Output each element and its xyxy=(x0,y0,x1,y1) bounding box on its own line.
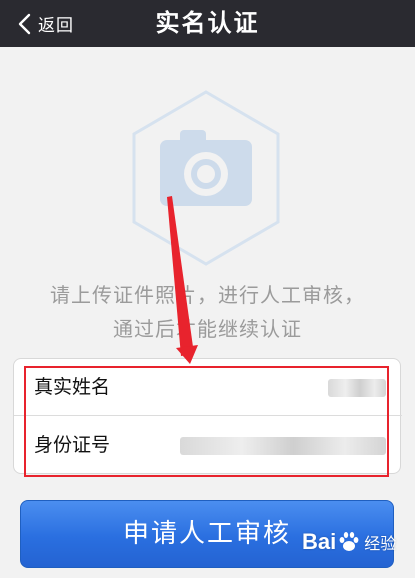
id-number-label: 身份证号 xyxy=(34,434,111,456)
id-number-row: 身份证号 xyxy=(14,417,402,474)
real-name-label: 真实姓名 xyxy=(34,376,111,398)
id-number-input[interactable] xyxy=(180,437,386,455)
navigation-bar: 返回 实名认证 xyxy=(0,0,415,47)
upload-hint-line1: 请上传证件照片，进行人工审核， xyxy=(50,283,365,307)
hexagon-frame-icon xyxy=(132,90,280,266)
real-name-input[interactable] xyxy=(328,379,386,397)
camera-icon xyxy=(160,130,252,206)
real-name-row: 真实姓名 xyxy=(14,359,402,416)
identity-form: 真实姓名 身份证号 xyxy=(13,358,402,474)
submit-manual-review-button[interactable]: 申请人工审核 xyxy=(20,500,394,568)
upload-photo-button[interactable] xyxy=(126,88,286,268)
page-title: 实名认证 xyxy=(155,9,260,37)
upload-hint-line2: 通过后才能继续认证 xyxy=(113,317,302,341)
